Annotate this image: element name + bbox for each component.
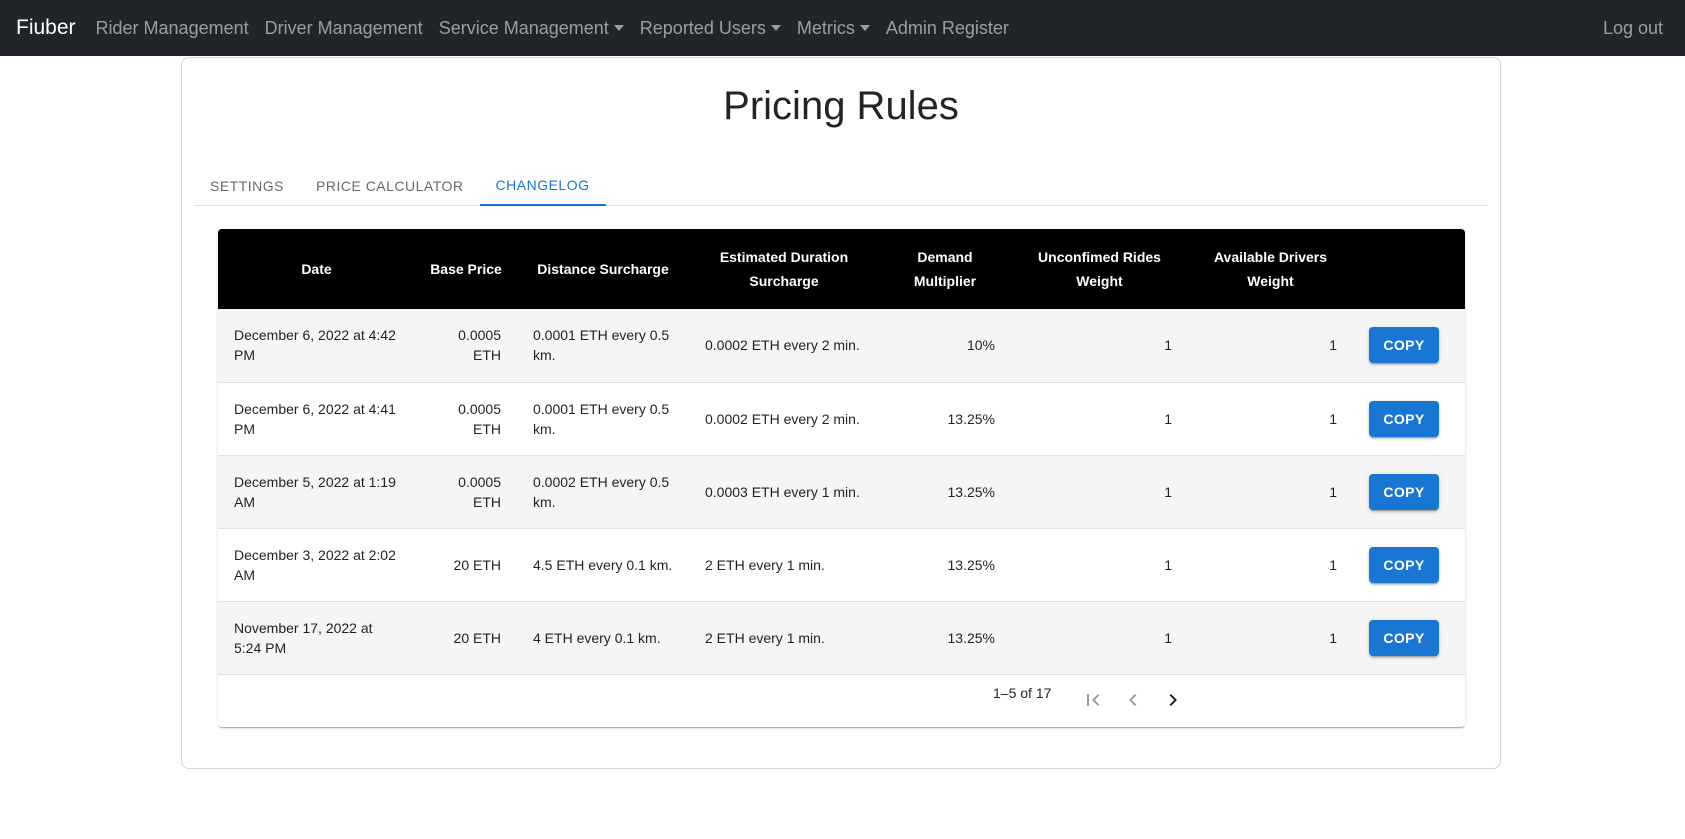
- cell-date: December 6, 2022 at 4:41 PM: [234, 400, 396, 437]
- cell-base-price: 0.0005 ETH: [458, 473, 501, 510]
- nav-label: Metrics: [796, 17, 855, 38]
- nav-admin-register[interactable]: Admin Register: [878, 0, 1017, 56]
- next-page-button[interactable]: [1158, 685, 1188, 715]
- header-date: Date: [301, 261, 332, 277]
- cell-date: December 5, 2022 at 1:19 AM: [234, 473, 396, 510]
- caret-down-icon: [613, 25, 624, 31]
- cell-unconfirmed-weight: 1: [1164, 629, 1172, 646]
- pricing-rules-card: Pricing Rules SETTINGS PRICE CALCULATOR …: [181, 57, 1501, 769]
- chevron-left-icon: [1129, 694, 1137, 706]
- changelog-table: Date Base Price Distance Surcharge Estim…: [218, 229, 1465, 675]
- header-distance-surcharge: Distance Surcharge: [537, 261, 669, 277]
- tab-bar: SETTINGS PRICE CALCULATOR CHANGELOG: [194, 166, 1488, 206]
- tab-price-calculator[interactable]: PRICE CALCULATOR: [300, 166, 480, 206]
- table-row: December 6, 2022 at 4:41 PM 0.0005 ETH 0…: [218, 382, 1465, 455]
- cell-drivers-weight: 1: [1329, 410, 1337, 427]
- cell-demand-multiplier: 13.25%: [947, 629, 995, 646]
- cell-duration-surcharge: 0.0002 ETH every 2 min.: [705, 337, 860, 354]
- nav-service-management-dropdown[interactable]: Service Management: [431, 0, 632, 56]
- pagination-info: 1–5 of 17: [993, 685, 1052, 701]
- cell-unconfirmed-weight: 1: [1164, 410, 1172, 427]
- cell-unconfirmed-weight: 1: [1164, 483, 1172, 500]
- nav-label: Admin Register: [885, 17, 1009, 38]
- cell-actions: COPY: [1353, 601, 1465, 674]
- cell-actions: COPY: [1353, 528, 1465, 601]
- cell-demand-multiplier: 13.25%: [947, 556, 995, 573]
- table-row: November 17, 2022 at 5:24 PM 20 ETH 4 ET…: [218, 601, 1465, 674]
- copy-button[interactable]: COPY: [1369, 473, 1439, 510]
- nav-label: Service Management: [438, 17, 609, 38]
- cell-drivers-weight: 1: [1329, 483, 1337, 500]
- cell-duration-surcharge: 2 ETH every 1 min.: [705, 629, 825, 646]
- cell-base-price: 0.0005 ETH: [458, 327, 501, 364]
- cell-unconfirmed-weight: 1: [1164, 556, 1172, 573]
- cell-unconfirmed-weight: 1: [1164, 337, 1172, 354]
- cell-drivers-weight: 1: [1329, 556, 1337, 573]
- header-duration-surcharge: Estimated Duration Surcharge: [719, 249, 849, 289]
- cell-distance-surcharge: 0.0001 ETH every 0.5 km.: [533, 327, 670, 364]
- nav-metrics-dropdown[interactable]: Metrics: [789, 0, 878, 56]
- page-title: Pricing Rules: [723, 84, 959, 128]
- cell-actions: COPY: [1353, 382, 1465, 455]
- copy-button[interactable]: COPY: [1369, 327, 1439, 364]
- header-actions: [1353, 229, 1465, 309]
- copy-button[interactable]: COPY: [1369, 546, 1439, 583]
- table-header-row: Date Base Price Distance Surcharge Estim…: [218, 229, 1465, 309]
- tab-settings[interactable]: SETTINGS: [194, 166, 300, 206]
- cell-demand-multiplier: 10%: [966, 337, 995, 354]
- cell-actions: COPY: [1353, 455, 1465, 528]
- previous-page-button[interactable]: [1118, 685, 1148, 715]
- cell-drivers-weight: 1: [1329, 337, 1337, 354]
- header-base-price: Base Price: [430, 261, 502, 277]
- first-page-button[interactable]: [1078, 685, 1108, 715]
- first-page-icon: [1087, 694, 1100, 706]
- cell-distance-surcharge: 4.5 ETH every 0.1 km.: [533, 556, 673, 573]
- table-row: December 5, 2022 at 1:19 AM 0.0005 ETH 0…: [218, 455, 1465, 528]
- changelog-table-container: Date Base Price Distance Surcharge Estim…: [218, 229, 1465, 727]
- header-demand-multiplier: Demand Multiplier: [913, 249, 977, 289]
- header-unconfirmed-rides-weight: Unconfimed Rides Weight: [1038, 249, 1161, 289]
- nav-label: Rider Management: [95, 17, 249, 38]
- cell-duration-surcharge: 0.0002 ETH every 2 min.: [705, 410, 860, 427]
- nav-label: Driver Management: [264, 17, 423, 38]
- copy-button[interactable]: COPY: [1369, 619, 1439, 656]
- cell-actions: COPY: [1353, 309, 1465, 382]
- table-row: December 6, 2022 at 4:42 PM 0.0005 ETH 0…: [218, 309, 1465, 382]
- cell-demand-multiplier: 13.25%: [947, 483, 995, 500]
- nav-driver-management[interactable]: Driver Management: [257, 0, 431, 56]
- cell-date: December 6, 2022 at 4:42 PM: [234, 327, 396, 364]
- chevron-right-icon: [1169, 694, 1177, 706]
- brand-link[interactable]: Fiuber: [16, 16, 76, 40]
- copy-button[interactable]: COPY: [1369, 400, 1439, 437]
- logout-link[interactable]: Log out: [1595, 0, 1671, 56]
- cell-date: November 17, 2022 at 5:24 PM: [234, 619, 373, 656]
- header-available-drivers-weight: Available Drivers Weight: [1213, 249, 1328, 289]
- nav-label: Reported Users: [639, 17, 766, 38]
- cell-distance-surcharge: 0.0001 ETH every 0.5 km.: [533, 400, 670, 437]
- caret-down-icon: [770, 25, 781, 31]
- top-navbar: Fiuber Rider Management Driver Managemen…: [0, 0, 1685, 56]
- nav-reported-users-dropdown[interactable]: Reported Users: [632, 0, 789, 56]
- cell-base-price: 20 ETH: [453, 629, 501, 646]
- table-pagination: 1–5 of 17: [218, 675, 1465, 727]
- cell-drivers-weight: 1: [1329, 629, 1337, 646]
- table-row: December 3, 2022 at 2:02 AM 20 ETH 4.5 E…: [218, 528, 1465, 601]
- cell-duration-surcharge: 0.0003 ETH every 1 min.: [705, 483, 860, 500]
- tab-changelog[interactable]: CHANGELOG: [479, 166, 606, 206]
- cell-base-price: 0.0005 ETH: [458, 400, 501, 437]
- cell-date: December 3, 2022 at 2:02 AM: [234, 546, 396, 583]
- cell-distance-surcharge: 0.0002 ETH every 0.5 km.: [533, 473, 670, 510]
- caret-down-icon: [859, 25, 870, 31]
- cell-demand-multiplier: 13.25%: [947, 410, 995, 427]
- cell-base-price: 20 ETH: [453, 556, 501, 573]
- cell-duration-surcharge: 2 ETH every 1 min.: [705, 556, 825, 573]
- cell-distance-surcharge: 4 ETH every 0.1 km.: [533, 629, 661, 646]
- nav-rider-management[interactable]: Rider Management: [88, 0, 257, 56]
